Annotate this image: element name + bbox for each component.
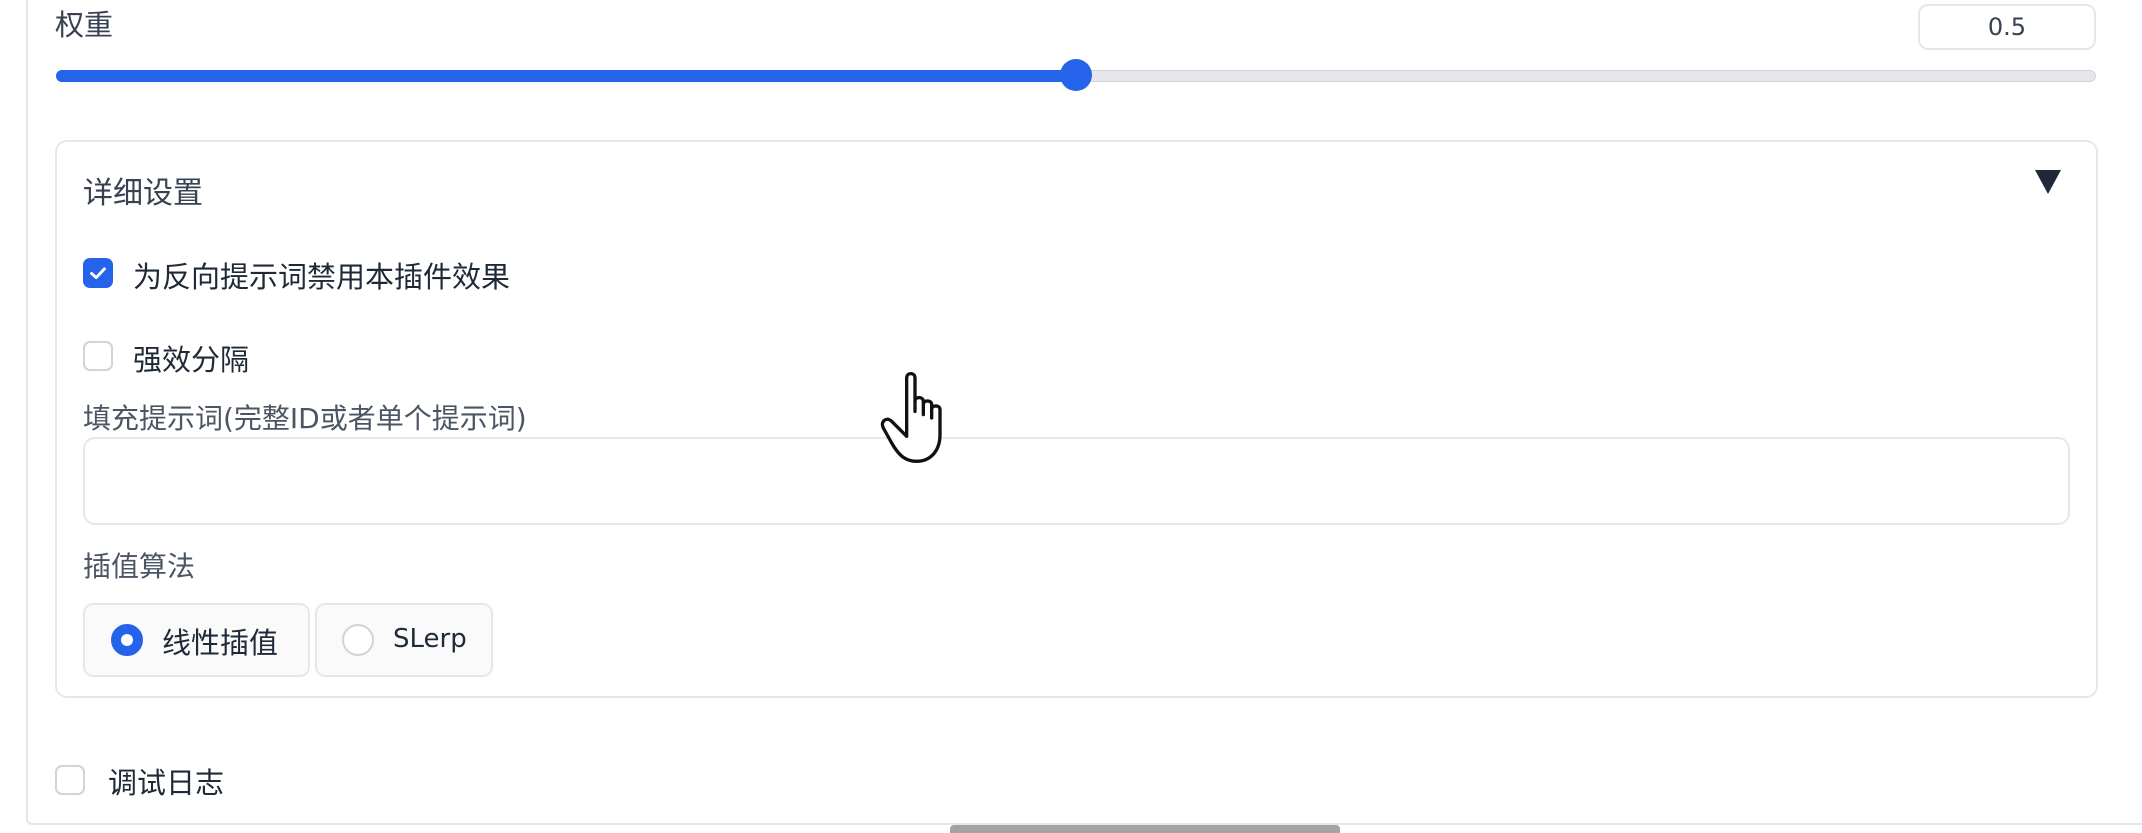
disable-negative-label[interactable]: 为反向提示词禁用本插件效果: [133, 254, 510, 296]
debug-log-label[interactable]: 调试日志: [108, 760, 224, 802]
radio-linear-label[interactable]: 线性插值: [162, 620, 278, 662]
caret-down-icon[interactable]: [2035, 170, 2061, 194]
weight-label: 权重: [55, 8, 114, 42]
debug-log-checkbox[interactable]: [55, 765, 85, 795]
hand-pointer-cursor-icon: [880, 371, 942, 464]
checkmark-icon: [90, 267, 106, 280]
weight-number-input[interactable]: 0.5: [1918, 4, 2096, 50]
radio-slerp-label[interactable]: SLerp: [393, 624, 467, 654]
strong-separator-checkbox[interactable]: [83, 341, 113, 371]
fill-prompt-input[interactable]: [83, 437, 2070, 525]
scroll-handle[interactable]: [950, 825, 1340, 833]
fill-prompt-label: 填充提示词(完整ID或者单个提示词): [83, 402, 527, 435]
weight-slider-thumb[interactable]: [1060, 59, 1092, 91]
details-accordion-title[interactable]: 详细设置: [83, 168, 203, 212]
disable-negative-checkbox[interactable]: [83, 258, 113, 288]
interpolation-label: 插值算法: [83, 550, 196, 583]
strong-separator-label[interactable]: 强效分隔: [133, 337, 249, 379]
radio-linear-dot[interactable]: [111, 624, 143, 656]
weight-slider-fill: [56, 70, 1076, 82]
radio-slerp-dot[interactable]: [342, 624, 374, 656]
